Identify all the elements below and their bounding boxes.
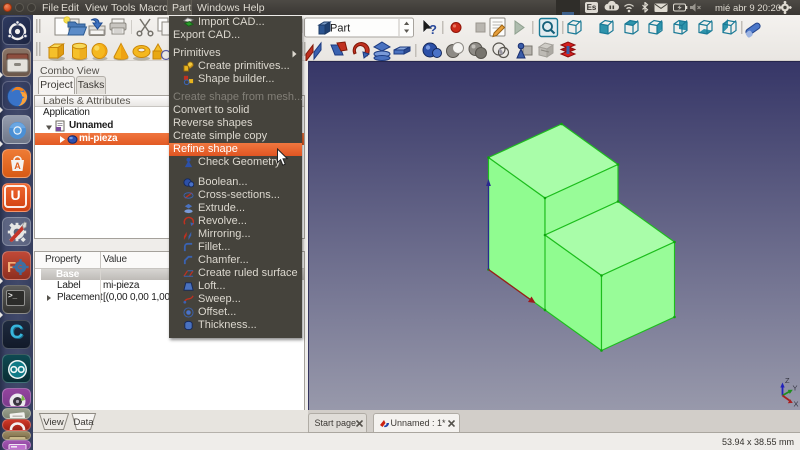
svg-text:?: ? — [429, 22, 437, 37]
svg-text:X: X — [794, 399, 799, 408]
svg-text:Part: Part — [330, 23, 350, 35]
svg-text:Y: Y — [793, 383, 798, 392]
svg-text:View: View — [43, 417, 64, 428]
svg-text:A: A — [14, 161, 21, 171]
svg-text:Z: Z — [785, 376, 790, 385]
svg-text:Data: Data — [73, 417, 94, 428]
